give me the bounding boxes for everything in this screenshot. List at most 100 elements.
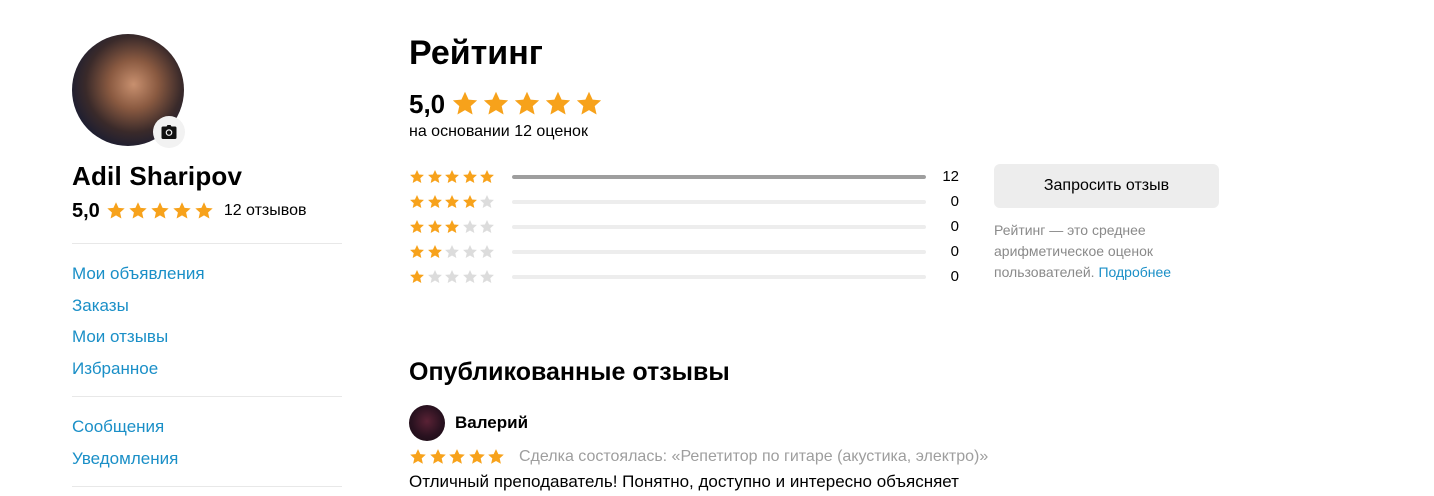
breakdown-count: 12 bbox=[942, 168, 959, 185]
star-filled-icon bbox=[515, 91, 540, 115]
breakdown-stars bbox=[409, 219, 512, 235]
star-empty-icon bbox=[480, 194, 494, 208]
avatar-container bbox=[72, 34, 185, 148]
change-photo-button[interactable] bbox=[153, 116, 185, 148]
star-filled-icon bbox=[445, 169, 459, 183]
star-empty-icon bbox=[462, 219, 477, 233]
breakdown-row-4-stars: 0 bbox=[409, 189, 969, 214]
star-filled-icon bbox=[480, 169, 494, 183]
review-text: Отличный преподаватель! Понятно, доступн… bbox=[409, 472, 959, 491]
star-filled-icon bbox=[173, 202, 191, 219]
star-filled-icon bbox=[107, 202, 125, 219]
breakdown-bar bbox=[512, 199, 926, 204]
page-title: Рейтинг bbox=[409, 34, 543, 72]
star-filled-icon bbox=[410, 449, 426, 464]
breakdown-bar bbox=[512, 274, 926, 279]
star-filled-icon bbox=[462, 194, 477, 208]
star-empty-icon bbox=[462, 269, 477, 283]
rating-based-on: на основании 12 оценок bbox=[409, 123, 588, 140]
sidebar-nav-secondary: Сообщения Уведомления bbox=[72, 397, 342, 486]
divider bbox=[72, 486, 342, 487]
review-meta: Сделка состоялась: «Репетитор по гитаре … bbox=[409, 445, 1309, 469]
star-filled-icon bbox=[445, 194, 459, 208]
user-rating-value: 5,0 bbox=[72, 199, 100, 222]
star-filled-icon bbox=[546, 91, 571, 115]
star-filled-icon bbox=[449, 449, 465, 464]
star-filled-icon bbox=[488, 449, 504, 464]
star-empty-icon bbox=[462, 244, 477, 258]
star-filled-icon bbox=[445, 219, 459, 233]
sidebar-item-orders[interactable]: Заказы bbox=[72, 290, 342, 322]
request-review-box: Запросить отзыв Рейтинг — это среднее ар… bbox=[994, 164, 1219, 283]
star-filled-icon bbox=[577, 91, 602, 115]
star-empty-icon bbox=[480, 244, 494, 258]
overall-score-stars bbox=[451, 90, 603, 118]
breakdown-stars bbox=[409, 269, 512, 285]
star-filled-icon bbox=[129, 202, 147, 219]
more-info-link[interactable]: Подробнее bbox=[1098, 264, 1171, 280]
breakdown-bar bbox=[512, 224, 926, 229]
star-filled-icon bbox=[453, 91, 478, 115]
breakdown-count: 0 bbox=[950, 268, 959, 285]
review-header: Валерий bbox=[409, 405, 1309, 441]
user-rating-stars bbox=[106, 201, 214, 221]
profile-sidebar: Adil Sharipov 5,0 12 отзывов Мои объявле… bbox=[72, 34, 342, 487]
sidebar-item-my-reviews[interactable]: Мои отзывы bbox=[72, 321, 342, 353]
breakdown-bar bbox=[512, 249, 926, 254]
reviewer-avatar[interactable] bbox=[409, 405, 445, 441]
star-empty-icon bbox=[480, 269, 494, 283]
star-empty-icon bbox=[445, 244, 459, 258]
sidebar-nav-primary: Мои объявления Заказы Мои отзывы Избранн… bbox=[72, 244, 342, 396]
breakdown-count: 0 bbox=[950, 193, 959, 210]
breakdown-bar-fill bbox=[512, 174, 926, 179]
breakdown-stars bbox=[409, 244, 512, 260]
camera-icon bbox=[161, 125, 177, 139]
breakdown-stars bbox=[409, 194, 512, 210]
sidebar-item-notifications[interactable]: Уведомления bbox=[72, 443, 342, 475]
star-empty-icon bbox=[480, 219, 494, 233]
rating-breakdown: 12 0 0 0 0 bbox=[409, 164, 969, 289]
review-deal: Сделка состоялась: «Репетитор по гитаре … bbox=[519, 448, 989, 465]
star-filled-icon bbox=[427, 194, 442, 208]
review-item: Валерий Сделка состоялась: «Репетитор по… bbox=[409, 405, 1309, 493]
star-filled-icon bbox=[410, 269, 424, 283]
rating-breakdown-area: 12 0 0 0 0 Запросить отзыв Рейтинг — это сре… bbox=[409, 164, 1309, 289]
overall-score: 5,0 bbox=[409, 88, 1309, 120]
star-filled-icon bbox=[427, 219, 442, 233]
published-reviews-title: Опубликованные отзывы bbox=[409, 358, 730, 386]
breakdown-stars bbox=[409, 169, 512, 185]
breakdown-row-5-stars: 12 bbox=[409, 164, 969, 189]
star-filled-icon bbox=[195, 202, 213, 219]
star-filled-icon bbox=[427, 244, 442, 258]
breakdown-row-1-stars: 0 bbox=[409, 264, 969, 289]
star-filled-icon bbox=[410, 244, 424, 258]
star-filled-icon bbox=[410, 194, 424, 208]
breakdown-row-3-stars: 0 bbox=[409, 214, 969, 239]
overall-score-value: 5,0 bbox=[409, 88, 446, 119]
rating-note: Рейтинг — это среднее арифметическое оце… bbox=[994, 220, 1219, 283]
star-filled-icon bbox=[410, 169, 424, 183]
star-filled-icon bbox=[410, 219, 424, 233]
sidebar-item-my-ads[interactable]: Мои объявления bbox=[72, 258, 342, 290]
star-empty-icon bbox=[445, 269, 459, 283]
user-name: Adil Sharipov bbox=[72, 161, 243, 191]
star-filled-icon bbox=[151, 202, 169, 219]
sidebar-item-favorites[interactable]: Избранное bbox=[72, 353, 342, 385]
breakdown-count: 0 bbox=[950, 243, 959, 260]
user-rating: 5,0 12 отзывов bbox=[72, 199, 342, 223]
request-review-button[interactable]: Запросить отзыв bbox=[994, 164, 1219, 208]
star-empty-icon bbox=[427, 269, 442, 283]
sidebar-item-messages[interactable]: Сообщения bbox=[72, 411, 342, 443]
breakdown-bar bbox=[512, 174, 926, 179]
star-filled-icon bbox=[468, 449, 485, 464]
reviewer-name[interactable]: Валерий bbox=[455, 413, 528, 433]
star-filled-icon bbox=[429, 449, 446, 464]
main-content: Рейтинг 5,0 на основании 12 оценок 12 0 0 0… bbox=[409, 30, 1309, 493]
star-filled-icon bbox=[462, 169, 477, 183]
user-review-count[interactable]: 12 отзывов bbox=[224, 202, 307, 220]
star-filled-icon bbox=[427, 169, 442, 183]
breakdown-row-2-stars: 0 bbox=[409, 239, 969, 264]
review-stars bbox=[409, 448, 505, 466]
star-filled-icon bbox=[484, 91, 509, 115]
breakdown-count: 0 bbox=[950, 218, 959, 235]
